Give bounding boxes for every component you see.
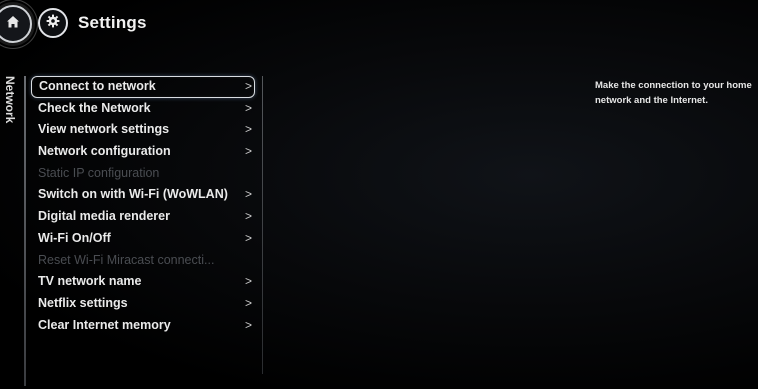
chevron-right-icon: >: [244, 187, 252, 202]
menu-item-clear-internet-memory[interactable]: Clear Internet memory >: [31, 315, 255, 337]
help-description: Make the connection to your home network…: [595, 80, 752, 106]
menu-item-reset-wifi-miracast: Reset Wi-Fi Miracast connecti...: [31, 250, 255, 272]
menu-divider: [262, 76, 263, 374]
menu-item-label: Check the Network: [38, 100, 151, 115]
menu-item-label: Netflix settings: [38, 295, 128, 310]
menu-item-label: Reset Wi-Fi Miracast connecti...: [38, 252, 215, 267]
menu-item-label: Static IP configuration: [38, 165, 160, 180]
menu-item-view-network-settings[interactable]: View network settings >: [31, 119, 255, 141]
chevron-right-icon: >: [244, 79, 252, 93]
menu-item-label: Clear Internet memory: [38, 317, 171, 332]
menu-item-label: Network configuration: [38, 144, 171, 159]
section-divider: [24, 76, 26, 386]
menu-item-label: Connect to network: [39, 79, 156, 93]
menu-item-label: TV network name: [38, 274, 142, 289]
home-icon: [5, 14, 21, 35]
menu-item-wifi-on-off[interactable]: Wi-Fi On/Off >: [31, 228, 255, 250]
chevron-right-icon: >: [244, 100, 252, 115]
chevron-right-icon: >: [244, 295, 252, 310]
menu-item-netflix-settings[interactable]: Netflix settings >: [31, 293, 255, 315]
chevron-right-icon: >: [244, 209, 252, 224]
home-button[interactable]: [0, 5, 32, 43]
menu-item-switch-on-with-wifi[interactable]: Switch on with Wi-Fi (WoWLAN) >: [31, 184, 255, 206]
page-title: Settings: [78, 13, 147, 32]
chevron-right-icon: >: [244, 274, 252, 289]
menu-item-tv-network-name[interactable]: TV network name >: [31, 271, 255, 293]
chevron-right-icon: >: [244, 317, 252, 332]
chevron-right-icon: >: [244, 230, 252, 245]
menu-item-label: Switch on with Wi-Fi (WoWLAN): [38, 187, 228, 202]
menu-item-label: Wi-Fi On/Off: [38, 230, 111, 245]
settings-button[interactable]: [38, 8, 68, 38]
menu-item-connect-to-network[interactable]: Connect to network >: [31, 76, 255, 98]
section-label[interactable]: Network: [0, 76, 17, 136]
menu-item-network-configuration[interactable]: Network configuration >: [31, 141, 255, 163]
menu-item-digital-media-renderer[interactable]: Digital media renderer >: [31, 206, 255, 228]
menu-item-label: View network settings: [38, 122, 170, 137]
chevron-right-icon: >: [244, 144, 252, 159]
network-menu: Connect to network > Check the Network >…: [31, 76, 255, 336]
chevron-right-icon: >: [244, 122, 252, 137]
menu-item-label: Digital media renderer: [38, 209, 170, 224]
menu-item-check-the-network[interactable]: Check the Network >: [31, 98, 255, 120]
menu-item-static-ip-configuration: Static IP configuration: [31, 163, 255, 185]
gear-icon: [46, 14, 60, 33]
